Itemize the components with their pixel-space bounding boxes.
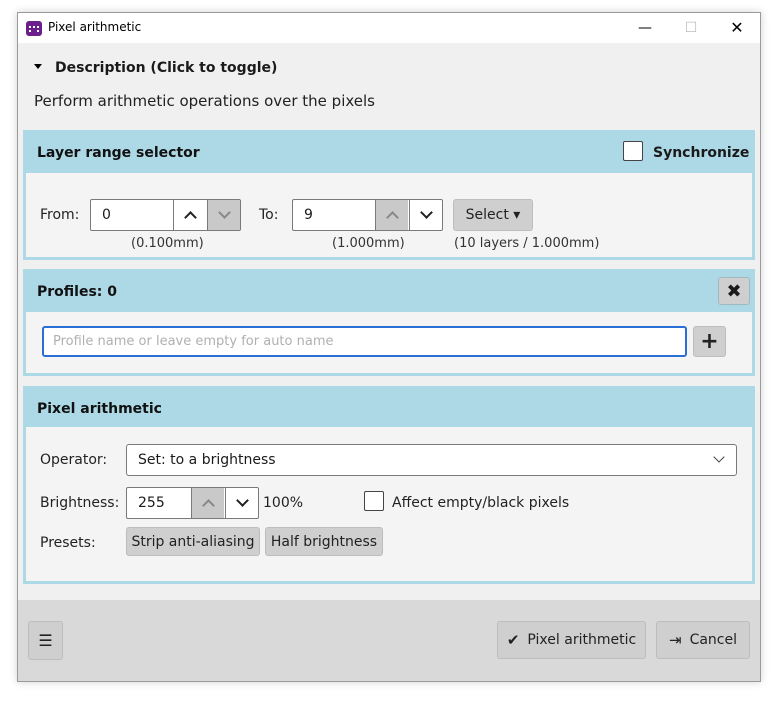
chevron-up-icon [183,211,197,224]
caret-down-icon [34,64,42,69]
affect-empty-label: Affect empty/black pixels [392,495,570,511]
to-height-text: (1.000mm) [332,236,405,251]
preset-strip-anti-aliasing-button[interactable]: Strip anti-aliasing [126,527,260,556]
clear-profiles-button[interactable]: ✖ [718,277,750,305]
brightness-spinbox[interactable]: 255 [126,487,259,519]
layer-range-title: Layer range selector [37,145,200,161]
cancel-button-label: Cancel [689,632,737,648]
footer-bar: ☰ ✔ Pixel arithmetic ⇥ Cancel [18,600,760,681]
description-section: Description (Click to toggle) Perform ar… [18,43,760,128]
window-title: Pixel arithmetic [48,20,142,34]
description-text: Perform arithmetic operations over the p… [34,92,375,110]
chevron-down-icon [235,494,249,507]
from-label: From: [40,207,80,223]
to-decrement-button[interactable] [409,200,442,230]
presets-label: Presets: [40,535,96,551]
minimize-button[interactable]: — [622,13,668,43]
exit-icon: ⇥ [668,631,682,649]
preset-half-brightness-button[interactable]: Half brightness [265,527,383,556]
profiles-title: Profiles: 0 [37,284,118,300]
from-increment-button[interactable] [173,200,206,230]
from-decrement-button[interactable] [207,200,240,230]
chevron-down-icon [713,451,725,463]
from-value[interactable]: 0 [102,207,111,223]
cancel-button[interactable]: ⇥ Cancel [656,621,750,659]
to-label: To: [259,207,279,223]
pixel-arithmetic-panel: Pixel arithmetic Operator: Set: to a bri… [23,386,755,584]
brightness-decrement-button[interactable] [225,488,258,518]
synchronize-checkbox-box[interactable] [623,141,643,161]
range-info-text: (10 layers / 1.000mm) [454,236,600,251]
apply-button-label: Pixel arithmetic [527,632,637,648]
title-bar: Pixel arithmetic — ☐ ✕ [18,13,760,43]
synchronize-label: Synchronize [653,145,750,161]
maximize-button[interactable]: ☐ [668,13,714,43]
to-increment-button[interactable] [375,200,408,230]
to-spinbox[interactable]: 9 [292,199,443,231]
brightness-label: Brightness: [40,495,120,511]
description-toggle-label: Description (Click to toggle) [55,60,278,76]
from-spinbox[interactable]: 0 [90,199,241,231]
pixel-arithmetic-title: Pixel arithmetic [37,401,162,417]
close-button[interactable]: ✕ [714,13,760,43]
chevron-up-icon [385,211,399,224]
layer-range-header: Layer range selector Synchronize [26,133,752,173]
to-value[interactable]: 9 [304,207,313,223]
brightness-percent: 100% [263,495,304,511]
pixel-arithmetic-header: Pixel arithmetic [26,389,752,427]
menu-button[interactable]: ☰ [28,621,63,660]
description-toggle[interactable]: Description (Click to toggle) [34,60,277,76]
add-profile-button[interactable]: + [693,326,726,357]
profiles-header: Profiles: 0 ✖ [26,272,752,312]
checkmark-icon: ✔ [506,631,520,649]
chevron-up-icon [201,499,215,512]
chevron-down-icon [419,206,433,219]
chevron-down-icon [217,206,231,219]
brightness-value[interactable]: 255 [138,495,165,511]
dialog-window: Pixel arithmetic — ☐ ✕ Description (Clic… [17,12,761,682]
brightness-increment-button[interactable] [191,488,224,518]
operator-select[interactable]: Set: to a brightness [126,444,737,476]
layer-range-panel: Layer range selector Synchronize From: 0… [23,130,755,260]
from-height-text: (0.100mm) [131,236,204,251]
profile-name-input[interactable] [42,326,687,357]
affect-empty-checkbox[interactable] [364,491,384,511]
apply-pixel-arithmetic-button[interactable]: ✔ Pixel arithmetic [497,621,646,659]
operator-value: Set: to a brightness [138,452,276,468]
app-icon [26,21,42,36]
operator-label: Operator: [40,452,108,468]
profiles-panel: Profiles: 0 ✖ + [23,269,755,376]
select-dropdown-button[interactable]: Select ▾ [453,199,533,231]
